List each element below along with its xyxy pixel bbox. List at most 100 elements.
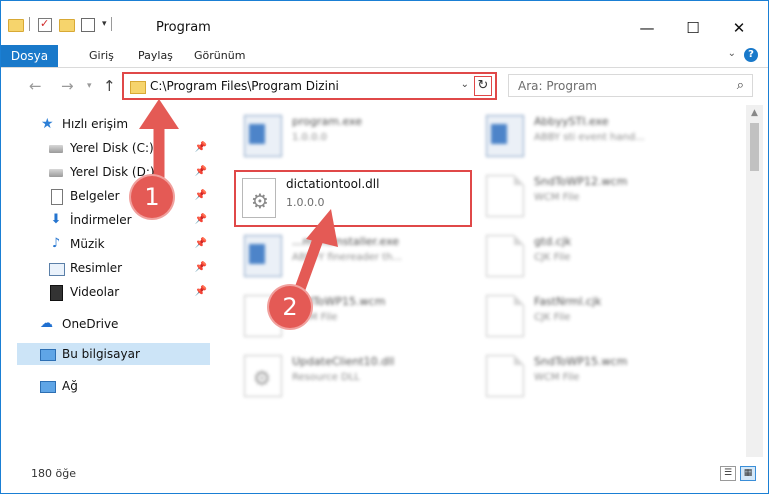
computer-icon [40, 349, 56, 361]
nav-label: Videolar [70, 285, 120, 299]
file-item[interactable]: SndToWP15.wcm WCM File [480, 349, 730, 399]
file-item-selected[interactable]: ⚙ dictationtool.dll 1.0.0.0 [234, 170, 472, 227]
document-file-icon [486, 235, 524, 277]
nav-label: Ağ [62, 379, 78, 393]
step-marker-1: 1 [131, 176, 173, 218]
explorer-window: ▾ Program — ☐ ✕ Dosya Giriş Paylaş Görün… [0, 0, 769, 494]
nav-item-onedrive[interactable]: ☁ OneDrive [1, 313, 211, 335]
nav-quick-access[interactable]: ★ Hızlı erişim [1, 113, 211, 135]
file-item[interactable]: gtd.cjk CJK File [480, 229, 730, 279]
file-item[interactable]: SndToWP12.wcm WCM File [480, 169, 730, 219]
pin-icon[interactable]: 📌 [195, 262, 207, 273]
document-file-icon [486, 175, 524, 217]
address-bar[interactable]: C:\Program Files\Program Dizini ⌄ ↻ [122, 72, 497, 100]
search-icon[interactable]: ⌕ [737, 78, 744, 93]
file-detail: Resource DLL [292, 372, 360, 383]
pin-icon[interactable]: 📌 [195, 214, 207, 225]
file-name: UpdateClient10.dll [292, 355, 395, 368]
pin-icon[interactable]: 📌 [195, 142, 207, 153]
search-placeholder[interactable]: Ara: Program [518, 79, 597, 93]
status-bar: 180 öğe ☰ ▦ [1, 459, 768, 493]
address-path[interactable]: C:\Program Files\Program Dizini [150, 79, 339, 93]
address-history-chevron-icon[interactable]: ⌄ [461, 79, 469, 90]
toolbar-divider [29, 17, 30, 31]
ribbon-tabs: Dosya Giriş Paylaş Görünüm ⌄ ? [1, 45, 768, 68]
file-name: ...monsInstaller.exe [292, 235, 400, 248]
nav-label: OneDrive [62, 317, 119, 331]
close-button[interactable]: ✕ [716, 15, 762, 41]
documents-icon [51, 189, 63, 205]
maximize-button[interactable]: ☐ [670, 15, 716, 41]
file-item[interactable]: program.exe 1.0.0.0 [238, 109, 478, 159]
file-name: FastNrml.cjk [534, 295, 602, 308]
nav-label: Bu bilgisayar [62, 347, 140, 361]
nav-label: Yerel Disk (C:) [70, 141, 154, 155]
minimize-button[interactable]: — [624, 15, 670, 41]
nav-item-documents[interactable]: Belgeler 📌 [1, 185, 211, 207]
network-icon [40, 381, 56, 393]
nav-label: İndirmeler [70, 213, 132, 227]
nav-item-videos[interactable]: Videolar 📌 [1, 281, 211, 303]
exe-file-icon [244, 115, 282, 157]
nav-item-network[interactable]: Ağ [1, 375, 211, 397]
file-name: gtd.cjk [534, 235, 572, 248]
file-name: dictationtool.dll [286, 177, 380, 191]
tab-view[interactable]: Görünüm [194, 45, 245, 67]
file-detail: 1.0.0.0 [292, 132, 327, 143]
exe-file-icon [486, 115, 524, 157]
file-detail: WCM File [534, 192, 580, 203]
file-detail: CJK File [534, 252, 571, 263]
step-marker-2: 2 [269, 286, 311, 328]
search-box[interactable]: Ara: Program ⌕ [508, 74, 753, 97]
downloads-icon: ⬇ [50, 212, 62, 227]
tab-home[interactable]: Giriş [89, 45, 114, 67]
file-item[interactable]: AbbyySTI.exe ABBY sti event hand... [480, 109, 730, 159]
nav-item-pictures[interactable]: Resimler 📌 [1, 257, 211, 279]
nav-label: Hızlı erişim [62, 117, 129, 131]
file-item[interactable]: ...monsInstaller.exe ABBYY finereader th… [238, 229, 478, 279]
nav-label: Yerel Disk (D:) [70, 165, 155, 179]
file-item[interactable]: FastNrml.cjk CJK File [480, 289, 730, 339]
scroll-thumb[interactable] [750, 123, 759, 171]
vertical-scrollbar[interactable]: ▲ [746, 105, 763, 457]
expand-ribbon-chevron-icon[interactable]: ⌄ [728, 48, 736, 59]
properties-check-icon[interactable] [36, 16, 52, 32]
file-item[interactable]: ⚙ UpdateClient10.dll Resource DLL [238, 349, 478, 399]
item-count: 180 öğe [31, 467, 76, 480]
nav-item-downloads[interactable]: ⬇ İndirmeler 📌 [1, 209, 211, 231]
large-icons-view-icon[interactable]: ▦ [740, 466, 756, 481]
back-button[interactable]: ← [29, 77, 42, 95]
pin-icon[interactable]: 📌 [195, 166, 207, 177]
pin-icon[interactable]: 📌 [195, 238, 207, 249]
pin-icon[interactable]: 📌 [195, 286, 207, 297]
star-icon: ★ [41, 116, 54, 132]
folder-icon [130, 81, 146, 94]
forward-button[interactable]: → [61, 77, 74, 95]
window-title: Program [156, 20, 211, 35]
nav-item-music[interactable]: ♪ Müzik 📌 [1, 233, 211, 255]
tab-share[interactable]: Paylaş [138, 45, 173, 67]
exe-file-icon [244, 235, 282, 277]
file-name: AbbyySTI.exe [534, 115, 609, 128]
folder-icon[interactable] [7, 16, 24, 32]
tab-file[interactable]: Dosya [1, 45, 58, 67]
pin-icon[interactable]: 📌 [195, 190, 207, 201]
scroll-up-arrow-icon[interactable]: ▲ [746, 105, 763, 122]
dll-file-icon: ⚙ [244, 355, 282, 397]
videos-icon [50, 285, 63, 301]
nav-label: Belgeler [70, 189, 120, 203]
properties-icon[interactable] [80, 16, 96, 32]
refresh-button[interactable]: ↻ [474, 76, 492, 96]
dll-file-icon: ⚙ [242, 178, 276, 218]
nav-item-this-pc[interactable]: Bu bilgisayar [17, 343, 210, 365]
nav-item-local-disk-d[interactable]: Yerel Disk (D:) 📌 [1, 161, 211, 183]
nav-item-local-disk-c[interactable]: Yerel Disk (C:) 📌 [1, 137, 211, 159]
new-folder-icon[interactable] [58, 16, 75, 32]
recent-locations-chevron-icon[interactable]: ▾ [87, 81, 92, 91]
customize-toolbar-chevron-icon[interactable]: ▾ [102, 19, 107, 29]
details-view-icon[interactable]: ☰ [720, 466, 736, 481]
file-detail: ABBY sti event hand... [534, 132, 645, 143]
up-button[interactable]: ↑ [103, 77, 116, 95]
toolbar-divider [110, 17, 112, 31]
help-icon[interactable]: ? [744, 48, 758, 62]
